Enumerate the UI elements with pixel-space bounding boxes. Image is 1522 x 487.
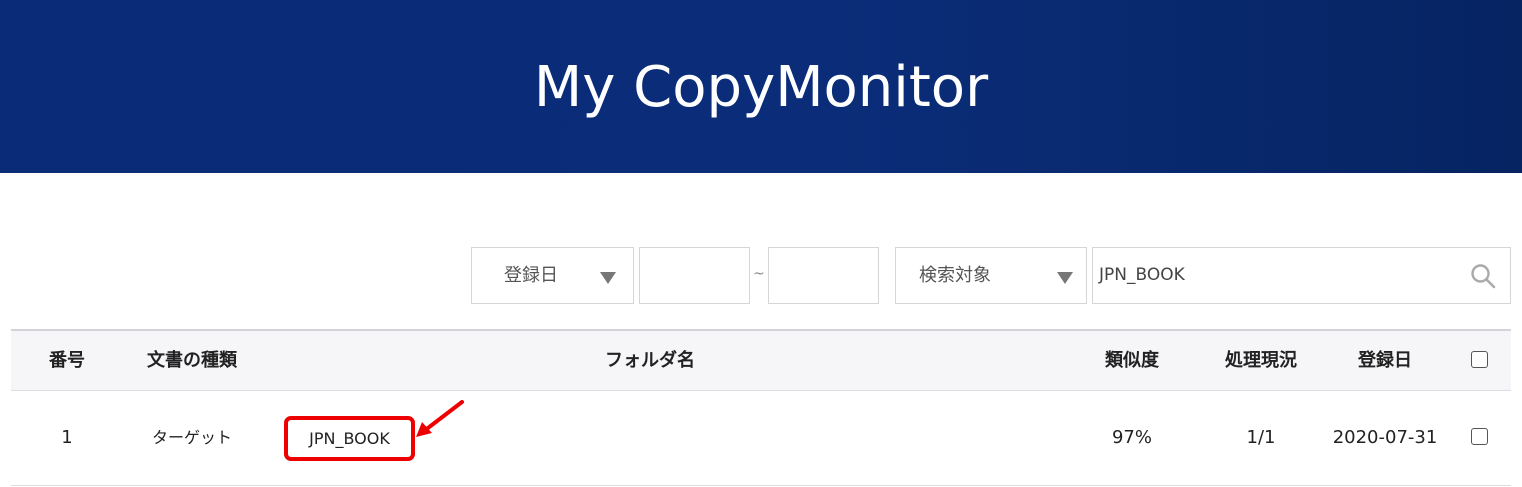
column-header-number: 番号	[49, 350, 85, 371]
date-range-separator: ~	[753, 266, 765, 282]
row-number: 1	[61, 427, 73, 448]
row-folder-name: JPN_BOOK	[309, 429, 390, 448]
column-header-doc-type: 文書の種類	[147, 350, 237, 371]
row-status: 1/1	[1246, 427, 1276, 448]
column-header-date: 登録日	[1358, 350, 1412, 371]
dropdown-triangle-icon	[600, 272, 616, 284]
annotation-arrow-icon	[416, 400, 464, 437]
row-doc-type: ターゲット	[151, 428, 232, 447]
select-all-checkbox[interactable]	[1471, 351, 1488, 368]
date-type-select-value: 登録日	[504, 265, 558, 286]
column-header-status: 処理現況	[1225, 350, 1297, 371]
row-date: 2020-07-31	[1332, 427, 1438, 448]
row-checkbox[interactable]	[1471, 428, 1488, 445]
app-title: My CopyMonitor	[533, 55, 989, 120]
date-from-input[interactable]	[639, 247, 750, 304]
search-target-select-value: 検索対象	[919, 265, 991, 286]
row-folder-link[interactable]: JPN_BOOK	[284, 416, 415, 461]
row-similarity: 97%	[1111, 427, 1152, 448]
column-header-folder: フォルダ名	[605, 350, 695, 371]
column-header-similarity: 類似度	[1105, 350, 1159, 371]
date-type-select[interactable]: 登録日	[471, 247, 634, 304]
date-to-input[interactable]	[768, 247, 879, 304]
table-bottom-rule	[11, 485, 1511, 486]
table-header: 番号 文書の種類 フォルダ名 類似度 処理現況 登録日	[11, 331, 1511, 391]
app-header: My CopyMonitor	[0, 0, 1522, 173]
search-icon[interactable]	[1470, 263, 1496, 289]
search-input-value: JPN_BOOK	[1099, 265, 1185, 285]
search-target-select[interactable]: 検索対象	[895, 247, 1087, 304]
search-input[interactable]: JPN_BOOK	[1092, 247, 1511, 304]
dropdown-triangle-icon	[1057, 272, 1073, 284]
